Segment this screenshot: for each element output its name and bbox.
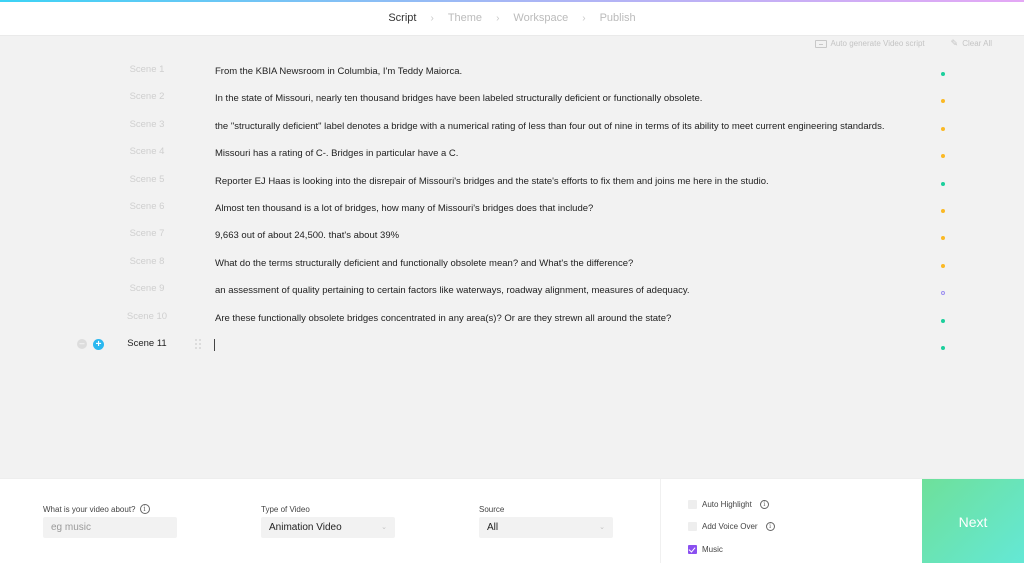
scene-status-dot <box>941 209 945 213</box>
checkbox-checked[interactable] <box>688 544 697 554</box>
info-icon[interactable]: i <box>759 499 769 509</box>
scene-status-dot <box>941 181 945 186</box>
scene-status-dot <box>941 263 945 268</box>
scene-text[interactable]: Are these functionally obsolete bridges … <box>215 313 671 324</box>
scene-label: Scene 9 <box>129 283 165 295</box>
scene-label: Scene 11 <box>127 338 167 349</box>
top-nav-bar: Script › Theme › Workspace › Publish <box>0 0 1024 36</box>
video-topic-input[interactable]: eg music <box>43 517 177 538</box>
scene-status-dot <box>941 154 945 159</box>
scene-row[interactable]: Scene 10 Are these functionally obsolete … <box>0 307 1024 327</box>
drag-handle-icon[interactable] <box>195 339 203 349</box>
scene-status-dot <box>941 346 945 350</box>
scene-label: Scene 1 <box>129 64 165 75</box>
text-cursor <box>214 339 215 351</box>
scene-text[interactable]: In the state of Missouri, nearly ten tho… <box>215 93 702 104</box>
step-publish[interactable]: Publish <box>600 12 636 24</box>
script-tools: Auto generate Video script ✎ Clear All <box>814 38 992 49</box>
scene-status-dot <box>941 291 945 296</box>
scene-row[interactable]: Scene 4 Missouri has a rating of C-. Brid… <box>0 142 1024 162</box>
chevron-right-icon: › <box>496 12 500 24</box>
scene-label: Scene 4 <box>129 146 165 158</box>
scene-row[interactable]: Scene 9 an assessment of quality pertaini… <box>0 279 1024 299</box>
step-navigation: Script › Theme › Workspace › Publish <box>0 0 1024 36</box>
video-type-field: Type of Video Animation Video ⌄ <box>261 503 395 538</box>
scene-status-dot <box>941 126 945 131</box>
step-script[interactable]: Script <box>388 12 416 24</box>
scene-text[interactable]: Missouri has a rating of C-. Bridges in … <box>215 148 458 159</box>
keyboard-icon <box>814 39 827 48</box>
source-value: All <box>487 522 499 533</box>
chevron-right-icon: › <box>430 12 434 24</box>
info-icon[interactable]: i <box>765 522 775 532</box>
chevron-right-icon: › <box>582 12 586 24</box>
step-workspace[interactable]: Workspace <box>513 12 568 24</box>
scene-label: Scene 10 <box>126 310 168 322</box>
add-voice-over-label: Add Voice Over <box>702 522 758 532</box>
scene-text[interactable]: an assessment of quality pertaining to c… <box>215 285 690 296</box>
scene-status-dot <box>941 99 945 104</box>
scene-label: Scene 3 <box>129 118 165 130</box>
scene-row[interactable]: Scene 8 What do the terms structurally de… <box>0 252 1024 272</box>
source-field: Source All ⌄ <box>479 503 613 538</box>
scene-row[interactable]: Scene 3 the "structurally deficient" labe… <box>0 115 1024 135</box>
scene-text[interactable]: Almost ten thousand is a lot of bridges,… <box>215 203 593 214</box>
scene-text[interactable]: 9,663 out of about 24,500. that's about … <box>215 230 399 241</box>
checkbox-box[interactable] <box>688 522 697 532</box>
panel-divider <box>660 479 661 563</box>
source-label: Source <box>479 504 505 514</box>
video-topic-label: What is your video about? <box>43 504 136 514</box>
music-checkbox[interactable]: Music <box>688 538 775 561</box>
chevron-down-icon: ⌄ <box>599 524 605 531</box>
info-icon[interactable]: i <box>139 504 150 514</box>
brush-icon: ✎ <box>950 38 959 48</box>
auto-generate-button[interactable]: Auto generate Video script <box>814 39 925 48</box>
scene-text[interactable]: What do the terms structurally deficient… <box>215 258 633 269</box>
auto-highlight-checkbox[interactable]: Auto Highlight i <box>688 493 775 516</box>
clear-all-button[interactable]: ✎ Clear All <box>951 38 992 49</box>
scene-text[interactable]: Reporter EJ Haas is looking into the dis… <box>215 176 769 187</box>
bottom-settings-panel: What is your video about? i eg music Typ… <box>0 478 1024 563</box>
video-type-label: Type of Video <box>261 504 310 514</box>
add-scene-button[interactable]: + <box>93 339 104 350</box>
clear-all-label: Clear All <box>962 39 992 48</box>
video-topic-field: What is your video about? i eg music <box>43 503 177 538</box>
video-type-value: Animation Video <box>269 522 342 533</box>
scene-label: Scene 6 <box>129 201 165 212</box>
auto-generate-label: Auto generate Video script <box>830 39 925 48</box>
scene-label: Scene 7 <box>129 228 165 240</box>
next-button[interactable]: Next <box>922 479 1024 563</box>
next-label: Next <box>958 513 988 530</box>
scene-text[interactable]: the "structurally deficient" label denot… <box>215 121 884 132</box>
scene-label: Scene 2 <box>129 91 165 103</box>
auto-highlight-label: Auto Highlight <box>702 499 752 509</box>
scene-row[interactable]: Scene 7 9,663 out of about 24,500. that's… <box>0 224 1024 244</box>
scene-row[interactable]: Scene 5 Reporter EJ Haas is looking into … <box>0 170 1024 190</box>
options-checkboxes: Auto Highlight i Add Voice Over i Music <box>688 493 775 561</box>
scene-row[interactable]: Scene 2 In the state of Missouri, nearly … <box>0 87 1024 107</box>
checkbox-box[interactable] <box>688 499 697 509</box>
video-type-select[interactable]: Animation Video ⌄ <box>261 517 395 538</box>
scene-status-dot <box>941 236 945 241</box>
step-theme[interactable]: Theme <box>448 12 482 24</box>
scene-row[interactable]: Scene 11 <box>0 334 1024 354</box>
scene-label: Scene 5 <box>129 173 165 185</box>
add-voice-over-checkbox[interactable]: Add Voice Over i <box>688 516 775 539</box>
source-select[interactable]: All ⌄ <box>479 517 613 538</box>
scene-status-dot <box>941 72 945 76</box>
chevron-down-icon: ⌄ <box>381 524 387 531</box>
scene-label: Scene 8 <box>129 255 165 267</box>
scene-status-dot <box>941 318 945 323</box>
scene-text[interactable]: From the KBIA Newsroom in Columbia, I'm … <box>215 66 462 77</box>
scene-row[interactable]: Scene 1 From the KBIA Newsroom in Columbi… <box>0 60 1024 80</box>
remove-scene-button[interactable]: – <box>77 339 87 349</box>
scene-row[interactable]: Scene 6 Almost ten thousand is a lot of b… <box>0 197 1024 217</box>
music-label: Music <box>702 544 723 554</box>
